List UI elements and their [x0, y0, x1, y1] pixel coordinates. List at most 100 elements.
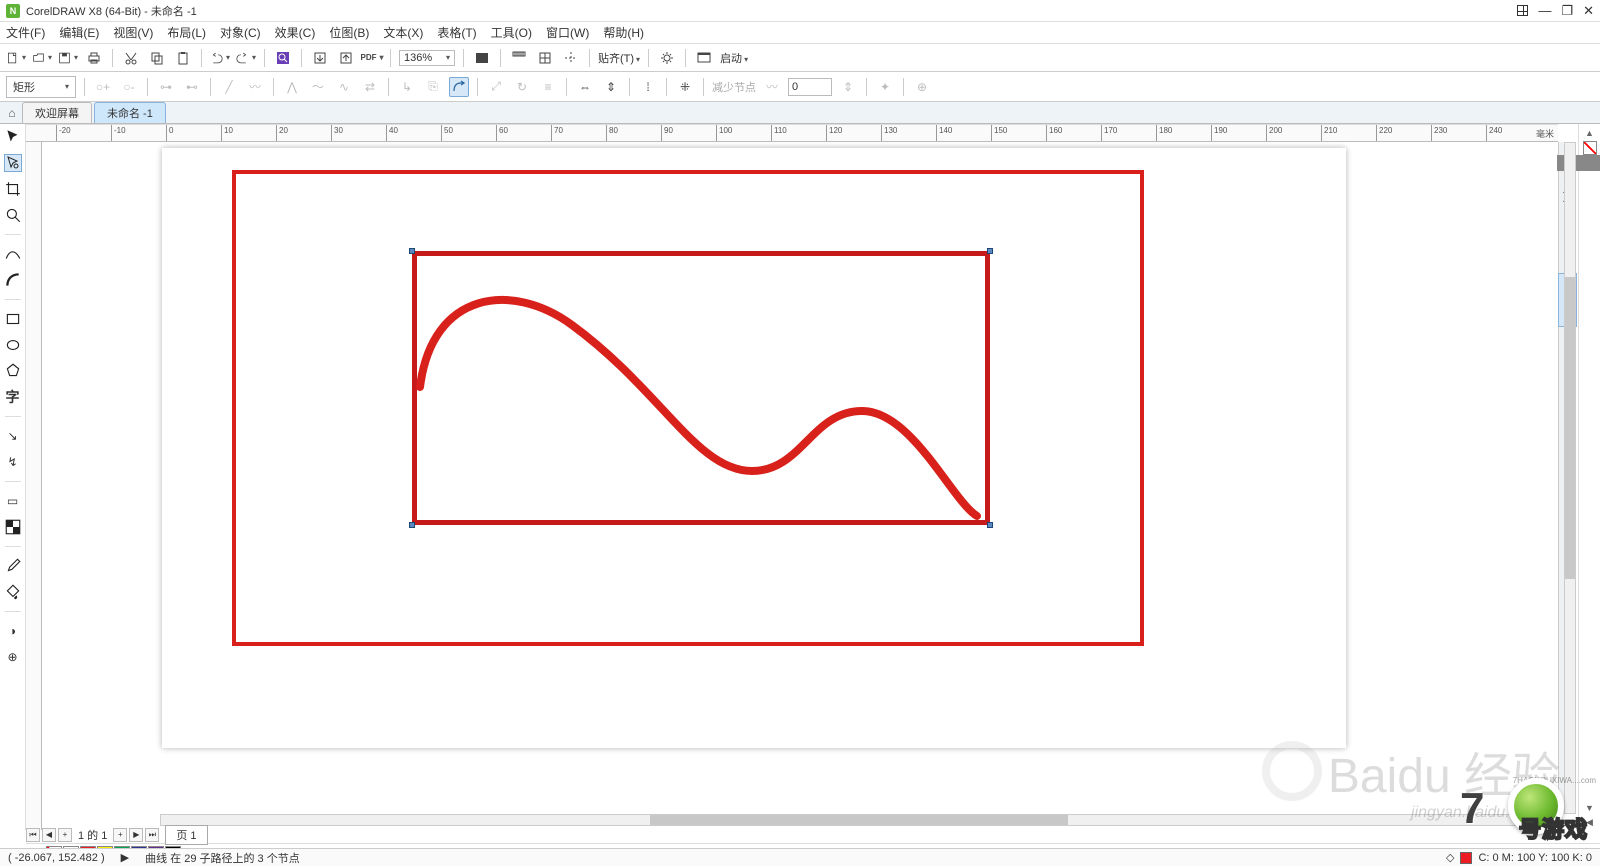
- app-launcher-icon[interactable]: [694, 48, 714, 68]
- horizontal-scrollbar[interactable]: [160, 814, 1558, 826]
- add-page-before-button[interactable]: +: [58, 828, 72, 842]
- ellipse-tool[interactable]: [4, 336, 22, 354]
- copy-button[interactable]: [147, 48, 167, 68]
- fill-indicator-icon[interactable]: ◇: [1446, 851, 1454, 864]
- zoom-tool[interactable]: [4, 206, 22, 224]
- text-tool[interactable]: 字: [4, 388, 22, 406]
- smooth-node-button[interactable]: 〜: [308, 77, 328, 97]
- scrollbar-thumb[interactable]: [1565, 277, 1575, 579]
- object-origin-button[interactable]: ⊕: [912, 77, 932, 97]
- drawing-canvas[interactable]: [42, 142, 1558, 814]
- to-curve-button[interactable]: 〰: [245, 77, 265, 97]
- polygon-tool[interactable]: [4, 362, 22, 380]
- menu-bitmap[interactable]: 位图(B): [329, 24, 369, 41]
- close-curve-button[interactable]: [449, 77, 469, 97]
- select-all-nodes-button[interactable]: ⁜: [675, 77, 695, 97]
- shape-tool[interactable]: [4, 154, 22, 172]
- menu-effects[interactable]: 效果(C): [275, 24, 316, 41]
- launch-dropdown[interactable]: 启动: [720, 50, 748, 66]
- crop-tool[interactable]: [4, 180, 22, 198]
- elastic-mode-button[interactable]: ⁞: [638, 77, 658, 97]
- paste-button[interactable]: [173, 48, 193, 68]
- last-page-button[interactable]: ⏭: [145, 828, 159, 842]
- inner-rectangle-object[interactable]: [412, 251, 990, 525]
- cusp-node-button[interactable]: ⋀: [282, 77, 302, 97]
- options-button[interactable]: [657, 48, 677, 68]
- menu-view[interactable]: 视图(V): [113, 24, 153, 41]
- smoothness-value[interactable]: 0: [788, 78, 832, 96]
- export-button[interactable]: [336, 48, 356, 68]
- close-button[interactable]: ✕: [1583, 3, 1594, 19]
- print-button[interactable]: [84, 48, 104, 68]
- new-button[interactable]: [6, 48, 26, 68]
- show-grid-button[interactable]: [535, 48, 555, 68]
- menu-table[interactable]: 表格(T): [437, 24, 476, 41]
- maximize-button[interactable]: ❐: [1561, 3, 1573, 19]
- reflect-v-button[interactable]: ⇕: [601, 77, 621, 97]
- redo-button[interactable]: [236, 48, 256, 68]
- publish-pdf-button[interactable]: PDF: [362, 48, 382, 68]
- stretch-nodes-button[interactable]: ⤢: [486, 77, 506, 97]
- join-nodes-button[interactable]: ⊶: [156, 77, 176, 97]
- reflect-h-button[interactable]: ⇔: [575, 77, 595, 97]
- interactive-fill-tool[interactable]: [4, 583, 22, 601]
- rotate-nodes-button[interactable]: ↻: [512, 77, 532, 97]
- parallel-dimension-tool[interactable]: ↘: [4, 427, 22, 445]
- palette-scroll-down[interactable]: ▼: [1583, 801, 1596, 815]
- save-button[interactable]: [58, 48, 78, 68]
- to-line-button[interactable]: ╱: [219, 77, 239, 97]
- cut-button[interactable]: [121, 48, 141, 68]
- smart-fill-tool[interactable]: ◑: [4, 622, 22, 640]
- fullscreen-preview-button[interactable]: [472, 48, 492, 68]
- selection-node[interactable]: [409, 248, 415, 254]
- extend-curve-button[interactable]: ↳: [397, 77, 417, 97]
- symmetric-node-button[interactable]: ∿: [334, 77, 354, 97]
- tab-welcome[interactable]: 欢迎屏幕: [22, 102, 92, 123]
- connector-tool[interactable]: ↯: [4, 453, 22, 471]
- tab-document[interactable]: 未命名 -1: [94, 102, 166, 123]
- add-node-button[interactable]: ○+: [93, 77, 113, 97]
- undo-button[interactable]: [210, 48, 230, 68]
- next-page-button[interactable]: ▶: [129, 828, 143, 842]
- zoom-level[interactable]: 136%: [399, 50, 455, 66]
- page-tab[interactable]: 页 1: [165, 825, 207, 845]
- transparency-tool[interactable]: [4, 518, 22, 536]
- add-page-after-button[interactable]: +: [113, 828, 127, 842]
- show-guidelines-button[interactable]: [561, 48, 581, 68]
- vertical-scrollbar[interactable]: [1564, 142, 1576, 814]
- reverse-direction-button[interactable]: ⇄: [360, 77, 380, 97]
- menu-window[interactable]: 窗口(W): [546, 24, 589, 41]
- align-nodes-button[interactable]: ≡: [538, 77, 558, 97]
- menu-layout[interactable]: 布局(L): [167, 24, 206, 41]
- pick-tool[interactable]: [4, 128, 22, 146]
- menu-file[interactable]: 文件(F): [6, 24, 45, 41]
- minimize-button[interactable]: —: [1538, 3, 1551, 18]
- no-color-swatch[interactable]: [1583, 141, 1597, 155]
- node-mode-select[interactable]: 矩形: [6, 76, 76, 98]
- first-page-button[interactable]: ⏮: [26, 828, 40, 842]
- break-nodes-button[interactable]: ⊷: [182, 77, 202, 97]
- menu-tools[interactable]: 工具(O): [491, 24, 532, 41]
- selection-node[interactable]: [987, 248, 993, 254]
- color-eyedropper-tool[interactable]: [4, 557, 22, 575]
- rectangle-tool[interactable]: [4, 310, 22, 328]
- horizontal-ruler[interactable]: 毫米 -20-100102030405060708090100110120130…: [26, 124, 1558, 142]
- extract-subpath-button[interactable]: ⎘: [423, 77, 443, 97]
- selection-node[interactable]: [987, 522, 993, 528]
- quick-customize-button[interactable]: ⊕: [4, 648, 22, 666]
- delete-node-button[interactable]: ○-: [119, 77, 139, 97]
- prev-page-button[interactable]: ◀: [42, 828, 56, 842]
- artistic-media-tool[interactable]: [4, 271, 22, 289]
- drop-shadow-tool[interactable]: ▭: [4, 492, 22, 510]
- vertical-ruler[interactable]: [26, 142, 42, 830]
- workspace-grid-icon[interactable]: [1517, 5, 1528, 16]
- palette-scroll-up[interactable]: ▲: [1583, 126, 1596, 140]
- menu-object[interactable]: 对象(C): [220, 24, 261, 41]
- show-rulers-button[interactable]: [509, 48, 529, 68]
- menu-text[interactable]: 文本(X): [383, 24, 423, 41]
- spin-up-down[interactable]: ⇕: [838, 77, 858, 97]
- curve-smoothness-icon[interactable]: 〰: [762, 77, 782, 97]
- import-button[interactable]: [310, 48, 330, 68]
- search-content-button[interactable]: [273, 48, 293, 68]
- outline-color-swatch[interactable]: [1460, 852, 1472, 864]
